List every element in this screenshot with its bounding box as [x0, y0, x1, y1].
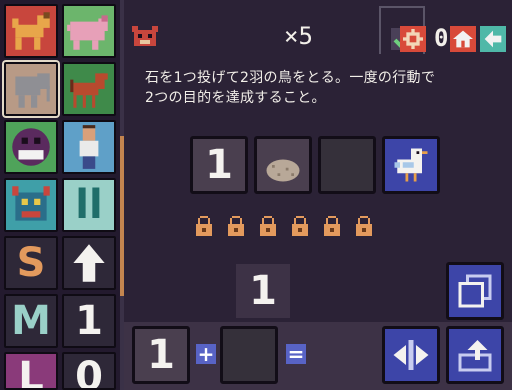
- monster-tile[interactable]: [4, 178, 58, 232]
- equals-operator: =: [286, 342, 306, 366]
- home-button[interactable]: [450, 26, 476, 52]
- horse-tile[interactable]: [62, 62, 116, 116]
- lock-icon: [322, 216, 342, 236]
- puzzle-slot-stone[interactable]: [254, 136, 312, 194]
- smiley-tile[interactable]: [4, 120, 58, 174]
- instruction-line-1: 石を1つ投げて2羽の鳥をとる。一度の行動で: [145, 70, 436, 86]
- undo-icon: [458, 340, 492, 372]
- up-arrow-tile[interactable]: [62, 236, 116, 290]
- lock-icon: [194, 216, 214, 236]
- man-tile[interactable]: [62, 120, 116, 174]
- back-arrow-icon: [484, 30, 502, 48]
- one-tile-label: 1: [75, 298, 103, 344]
- l-tile[interactable]: L: [4, 352, 58, 390]
- pig-tile[interactable]: [62, 4, 116, 58]
- smiley-face-icon: [6, 122, 56, 172]
- puzzle-slot-number[interactable]: 1: [190, 136, 248, 194]
- up-arrow-icon: [64, 238, 114, 288]
- s-tile[interactable]: S: [4, 236, 58, 290]
- elephant-icon: [6, 64, 56, 114]
- instruction-text: 石を1つ投げて2羽の鳥をとる。一度の行動で 2つの目的を達成すること。: [145, 68, 485, 108]
- copy-button[interactable]: [446, 262, 504, 320]
- swap-arrows-icon: [393, 340, 429, 370]
- settings-button[interactable]: [400, 26, 426, 52]
- result-value: 1: [249, 268, 277, 314]
- tile-sidebar: ll S M 1 L 0: [0, 0, 120, 390]
- undo-button[interactable]: [446, 326, 504, 384]
- stone-icon: [266, 159, 300, 182]
- m-tile[interactable]: M: [4, 294, 58, 348]
- left-operand-value: 1: [147, 332, 175, 378]
- result-box: 1: [236, 264, 290, 318]
- m-tile-label: M: [11, 298, 51, 344]
- pig-icon: [64, 6, 114, 56]
- one-tile[interactable]: 1: [62, 294, 116, 348]
- right-operand-slot[interactable]: [220, 326, 278, 384]
- dog-tile[interactable]: [4, 4, 58, 58]
- horse-icon: [64, 64, 114, 114]
- ll-tile-label: ll: [75, 182, 103, 228]
- elephant-tile[interactable]: [4, 62, 58, 116]
- s-tile-label: S: [16, 240, 46, 286]
- lock-icon: [226, 216, 246, 236]
- monster-icon: [6, 180, 56, 230]
- left-operand-slot[interactable]: 1: [132, 326, 190, 384]
- lock-icon: [354, 216, 374, 236]
- sidebar-scroll-thumb[interactable]: [120, 136, 124, 296]
- back-button[interactable]: [480, 26, 506, 52]
- slot-number-value: 1: [205, 142, 233, 188]
- zero-tile-label: 0: [75, 354, 103, 390]
- header-bar: ×5 01: [124, 0, 512, 58]
- puzzle-slot-bird[interactable]: [382, 136, 440, 194]
- bird-icon: [394, 148, 428, 182]
- plus-operator: +: [196, 342, 216, 366]
- life-count: ×5: [284, 22, 313, 50]
- gear-icon: [403, 29, 423, 49]
- puzzle-slot-empty[interactable]: [318, 136, 376, 194]
- swap-button[interactable]: [382, 326, 440, 384]
- instruction-line-2: 2つの目的を達成すること。: [145, 90, 326, 106]
- ll-tile[interactable]: ll: [62, 178, 116, 232]
- man-icon: [64, 122, 114, 172]
- dog-icon: [6, 6, 56, 56]
- home-icon: [453, 30, 473, 48]
- lock-icon: [258, 216, 278, 236]
- l-tile-label: L: [18, 354, 44, 390]
- lock-icon: [290, 216, 310, 236]
- copy-icon: [458, 274, 492, 308]
- bear-face-icon: [132, 26, 158, 46]
- zero-tile[interactable]: 0: [62, 352, 116, 390]
